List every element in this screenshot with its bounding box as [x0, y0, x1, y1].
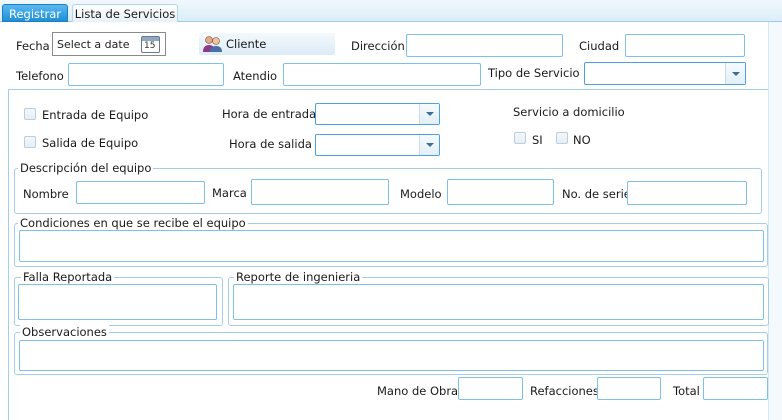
refacciones-input[interactable]	[597, 377, 661, 400]
condiciones-textarea[interactable]	[19, 230, 764, 262]
tab-lista-servicios[interactable]: Lista de Servicios	[72, 4, 178, 22]
reporte-legend: Reporte de ingenieria	[234, 270, 363, 284]
direccion-input[interactable]	[406, 34, 563, 57]
hora-entrada-dropdown-button[interactable]	[419, 104, 439, 124]
observaciones-legend: Observaciones	[20, 325, 109, 339]
entrada-equipo-label: Entrada de Equipo	[42, 108, 149, 122]
chevron-down-icon	[731, 71, 740, 76]
total-label: Total	[673, 384, 700, 398]
condiciones-legend: Condiciones en que se recibe el equipo	[18, 216, 248, 230]
no-label: NO	[573, 133, 591, 147]
users-icon	[203, 36, 222, 52]
fecha-label: Fecha	[16, 39, 50, 53]
serie-label: No. de serie	[562, 187, 631, 201]
date-placeholder: Select a date	[57, 38, 130, 51]
no-checkbox[interactable]	[556, 132, 568, 144]
hora-entrada-select[interactable]	[315, 103, 440, 125]
tab-lista-servicios-label: Lista de Servicios	[74, 7, 176, 21]
nombre-input[interactable]	[76, 181, 205, 204]
nombre-label: Nombre	[23, 187, 69, 201]
direccion-label: Dirección	[351, 39, 405, 53]
si-label: SI	[532, 133, 543, 147]
modelo-input[interactable]	[447, 179, 554, 205]
chevron-down-icon	[425, 112, 434, 116]
right-scroll-edge	[768, 22, 782, 420]
hora-salida-label: Hora de salida	[229, 137, 312, 151]
falla-textarea[interactable]	[18, 284, 217, 320]
servicio-domicilio-label: Servicio a domicilio	[513, 105, 625, 119]
tipo-servicio-select[interactable]	[584, 62, 746, 85]
date-picker[interactable]: Select a date 15	[52, 32, 166, 56]
cliente-label: Cliente	[226, 37, 267, 51]
si-checkbox[interactable]	[514, 132, 526, 144]
atendio-label: Atendio	[233, 69, 278, 83]
atendio-input[interactable]	[283, 63, 481, 86]
cliente-button[interactable]: Cliente	[199, 33, 335, 55]
reporte-textarea[interactable]	[233, 284, 764, 320]
tab-registrar-label: Registrar	[8, 7, 62, 21]
chevron-down-icon	[425, 143, 434, 147]
mano-obra-label: Mano de Obra	[377, 384, 459, 398]
marca-label: Marca	[212, 186, 247, 200]
marca-input[interactable]	[251, 179, 389, 205]
telefono-input[interactable]	[68, 63, 224, 86]
falla-legend: Falla Reportada	[21, 270, 115, 284]
calendar-day: 15	[144, 41, 156, 51]
hora-entrada-label: Hora de entrada	[222, 107, 317, 121]
mano-obra-input[interactable]	[458, 377, 523, 400]
salida-equipo-label: Salida de Equipo	[42, 136, 139, 150]
total-input[interactable]	[703, 377, 768, 400]
observaciones-textarea[interactable]	[19, 340, 764, 371]
salida-equipo-checkbox[interactable]	[24, 136, 36, 148]
hora-salida-dropdown-button[interactable]	[419, 135, 439, 155]
entrada-equipo-checkbox[interactable]	[24, 108, 36, 120]
modelo-label: Modelo	[400, 187, 442, 201]
calendar-icon[interactable]: 15	[141, 36, 160, 53]
serie-input[interactable]	[627, 181, 747, 205]
refacciones-label: Refacciones	[530, 384, 599, 398]
telefono-label: Telefono	[16, 69, 64, 83]
tipo-servicio-dropdown-button[interactable]	[725, 63, 745, 84]
ciudad-input[interactable]	[625, 34, 745, 57]
hora-salida-select[interactable]	[315, 134, 440, 156]
ciudad-label: Ciudad	[579, 39, 620, 53]
tipo-servicio-label: Tipo de Servicio	[488, 66, 580, 80]
tab-registrar[interactable]: Registrar	[2, 4, 68, 22]
descripcion-legend: Descripción del equipo	[18, 161, 154, 175]
